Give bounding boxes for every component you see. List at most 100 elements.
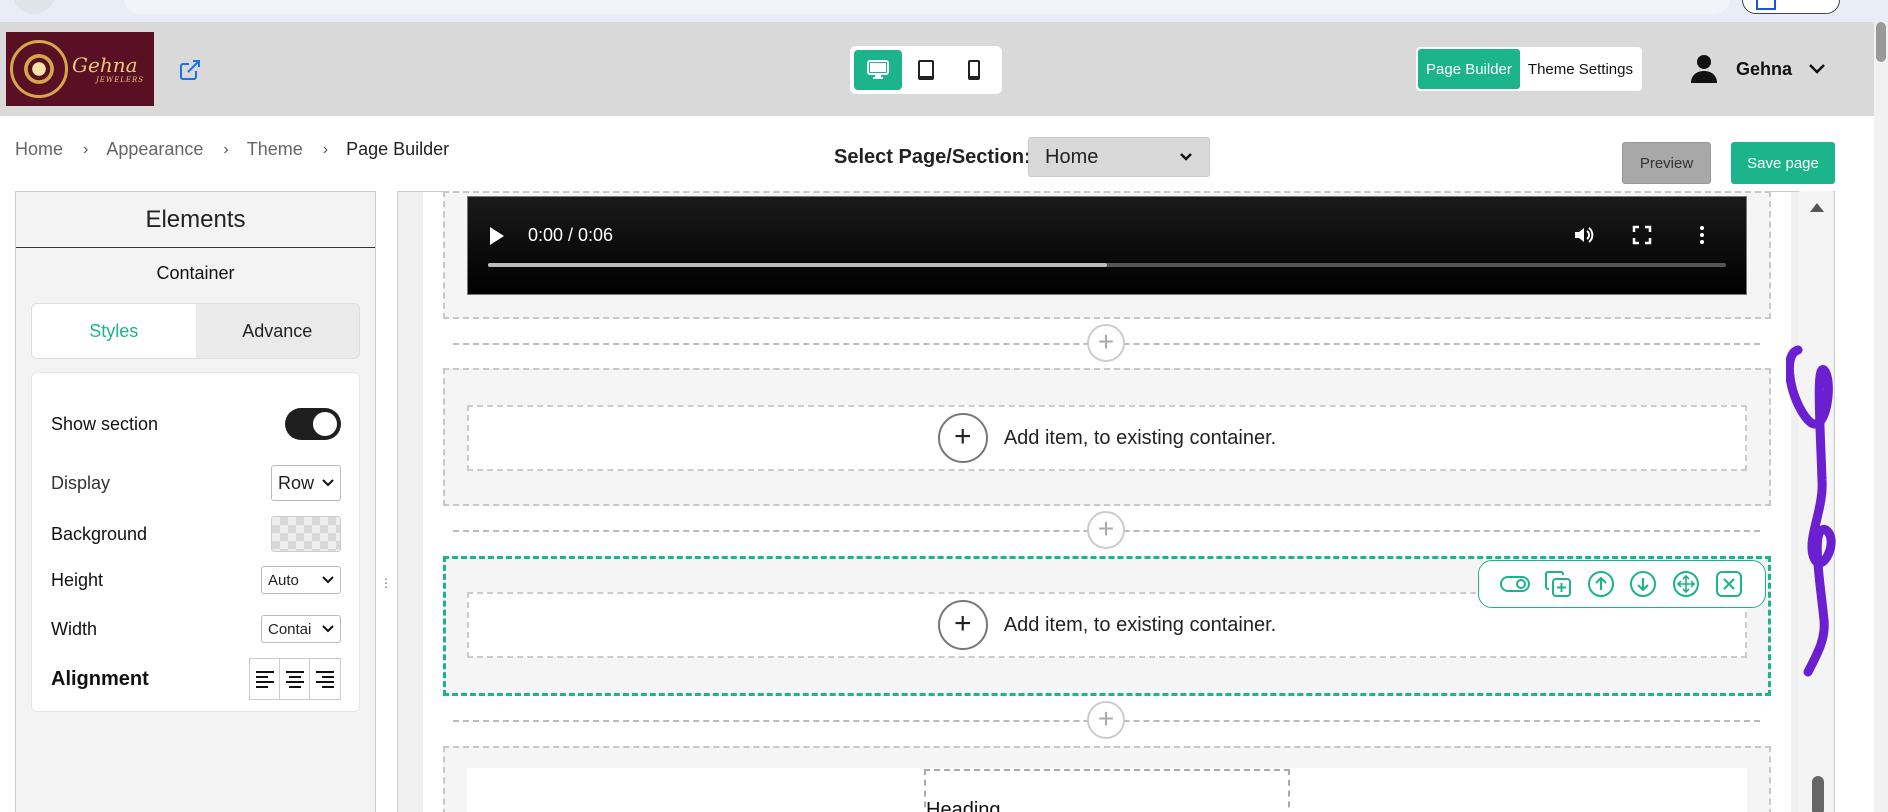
height-select[interactable]: Auto	[261, 566, 341, 594]
mobile-view-button[interactable]	[950, 50, 998, 90]
toggle-knob	[313, 412, 337, 436]
show-section-row: Show section	[51, 408, 341, 440]
mobile-icon	[968, 60, 980, 80]
breadcrumb-current: Page Builder	[346, 139, 450, 159]
brand-logo[interactable]: Gehna JEWELERS	[6, 32, 154, 106]
page-select-label: Select Page/Section:	[834, 146, 1031, 168]
tab-styles[interactable]: Styles	[32, 304, 196, 358]
chevron-down-icon	[322, 576, 334, 584]
arrow-down-icon	[1630, 571, 1657, 597]
chevron-right-icon: ›	[322, 140, 329, 158]
heading-text: Heading	[926, 799, 1001, 812]
drag-move-button[interactable]	[1671, 569, 1701, 599]
align-center-icon	[285, 671, 304, 688]
display-row: Display Row	[51, 465, 341, 501]
width-select[interactable]: Contai	[261, 615, 341, 643]
align-left-icon	[255, 671, 274, 688]
alignment-label: Alignment	[51, 667, 149, 690]
align-left-button[interactable]	[250, 659, 280, 699]
annotation-scribble	[1786, 345, 1836, 677]
tab-advance[interactable]: Advance	[196, 304, 360, 358]
tablet-view-button[interactable]	[902, 50, 950, 90]
show-section-label: Show section	[51, 413, 159, 434]
page-select-value: Home	[1045, 145, 1099, 168]
scroll-up-arrow-icon[interactable]	[1810, 203, 1824, 212]
add-item-button[interactable]: +	[937, 413, 988, 463]
fullscreen-icon[interactable]	[1630, 223, 1654, 247]
play-icon[interactable]	[490, 227, 504, 245]
align-right-icon	[316, 671, 334, 688]
external-link-icon[interactable]	[178, 58, 202, 82]
display-select[interactable]: Row	[271, 465, 341, 501]
user-menu[interactable]: Gehna	[1690, 52, 1826, 86]
video-player[interactable]: 0:00 / 0:06	[467, 196, 1747, 295]
section-toolbar	[1478, 560, 1766, 608]
chevron-down-icon	[322, 479, 334, 487]
address-bar[interactable]	[124, 0, 1730, 14]
height-value: Auto	[268, 571, 299, 589]
height-row: Height Auto	[51, 566, 341, 594]
profile-icon	[1756, 0, 1776, 10]
styles-card: Show section Display Row Background Heig…	[31, 372, 360, 712]
height-label: Height	[51, 569, 104, 590]
move-down-button[interactable]	[1628, 569, 1658, 599]
page-select-dropdown[interactable]: Home	[1028, 137, 1210, 177]
desktop-view-button[interactable]	[854, 50, 902, 90]
chevron-right-icon: ›	[223, 140, 229, 158]
elements-panel: Elements Container Styles Advance Show s…	[15, 191, 376, 812]
preview-button[interactable]: Preview	[1622, 142, 1711, 184]
align-center-button[interactable]	[280, 659, 310, 699]
breadcrumb-home[interactable]: Home	[15, 139, 63, 160]
add-item-button[interactable]: +	[937, 600, 988, 650]
page-builder-tab[interactable]: Page Builder	[1418, 49, 1520, 89]
page-scroll-thumb[interactable]	[1876, 22, 1886, 62]
show-section-toggle[interactable]	[285, 408, 341, 440]
tablet-icon	[918, 60, 934, 80]
move-up-button[interactable]	[1586, 569, 1616, 599]
panel-resize-handle[interactable]: ⋮	[380, 576, 392, 592]
breadcrumb: Home › Appearance › Theme › Page Builder	[15, 139, 449, 160]
user-name: Gehna	[1736, 58, 1793, 79]
background-color-swatch[interactable]	[271, 516, 341, 552]
video-progress-bar[interactable]	[488, 263, 1726, 267]
video-time: 0:00 / 0:06	[528, 225, 614, 245]
panel-tabs: Styles Advance	[31, 303, 360, 359]
breadcrumb-appearance[interactable]: Appearance	[106, 139, 203, 160]
duplicate-button[interactable]	[1543, 569, 1573, 599]
display-label: Display	[51, 472, 111, 493]
add-item-text: Add item, to existing container.	[1003, 613, 1277, 636]
add-section-button[interactable]: +	[1087, 511, 1125, 549]
desktop-icon	[867, 60, 889, 79]
close-icon	[1716, 571, 1743, 597]
alignment-buttons	[249, 658, 341, 700]
device-switcher	[850, 46, 1002, 94]
background-row: Background	[51, 516, 341, 552]
align-right-button[interactable]	[310, 659, 340, 699]
chevron-down-icon	[1809, 64, 1825, 74]
more-options-icon[interactable]	[1690, 223, 1714, 247]
user-icon	[1691, 55, 1717, 83]
duplicate-icon	[1544, 571, 1571, 597]
toggle-visibility-button[interactable]	[1499, 569, 1530, 599]
canvas-scroll-thumb[interactable]	[1812, 776, 1824, 812]
theme-settings-tab[interactable]: Theme Settings	[1520, 49, 1641, 89]
chevron-down-icon	[1180, 153, 1192, 161]
add-section-button[interactable]: +	[1087, 701, 1125, 739]
logo-wordmark: Gehna JEWELERS	[72, 54, 144, 84]
arrow-up-icon	[1587, 571, 1614, 597]
save-page-button[interactable]: Save page	[1731, 142, 1835, 184]
breadcrumb-theme[interactable]: Theme	[247, 139, 303, 160]
panel-title: Elements	[16, 192, 375, 248]
move-icon	[1673, 571, 1700, 597]
volume-icon[interactable]	[1572, 223, 1596, 247]
background-label: Background	[51, 523, 148, 544]
delete-section-button[interactable]	[1714, 569, 1744, 599]
page-scrollbar[interactable]	[1874, 22, 1888, 812]
chevron-right-icon: ›	[83, 140, 89, 158]
add-section-button[interactable]: +	[1087, 324, 1125, 362]
width-row: Width Contai	[51, 615, 341, 643]
mode-switcher: Page Builder Theme Settings	[1416, 47, 1642, 91]
add-item-dropzone[interactable]: + Add item, to existing container.	[467, 405, 1747, 471]
heading-element[interactable]: Heading	[924, 769, 1290, 812]
video-progress-fill	[488, 263, 1107, 267]
